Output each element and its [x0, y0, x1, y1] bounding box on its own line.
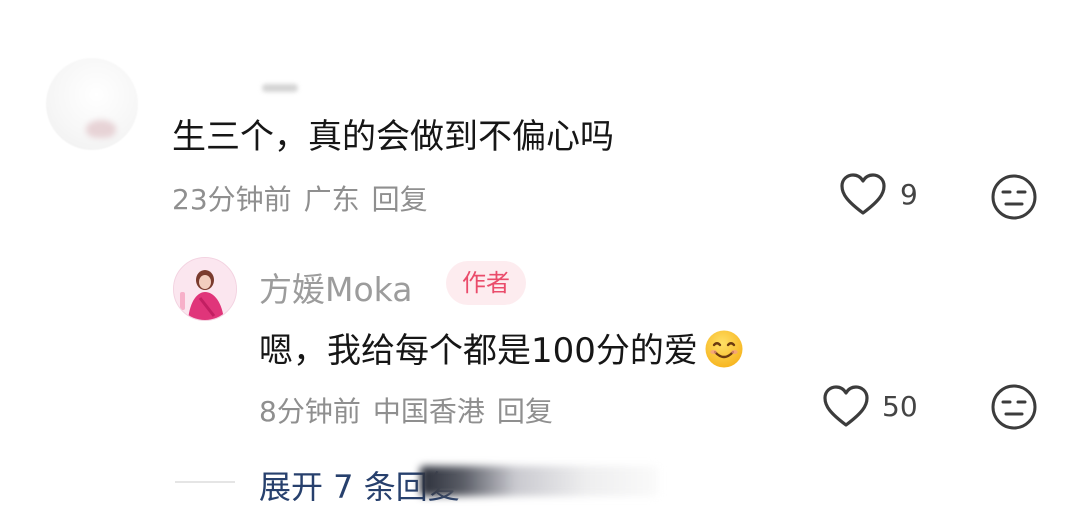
reply-text-row: 嗯，我给每个都是100分的爱 — [259, 323, 744, 372]
comment-location: 广东 — [303, 183, 360, 216]
expand-link-blur-overlay — [420, 466, 658, 496]
reply-like-button[interactable] — [821, 384, 871, 430]
reply-reply-button[interactable]: 回复 — [497, 395, 553, 428]
author-name[interactable]: 方媛Moka — [259, 263, 412, 311]
comment-reply-button[interactable]: 回复 — [372, 183, 428, 216]
author-badge: 作者 — [446, 261, 526, 305]
reply-location: 中国香港 — [372, 395, 485, 428]
heart-icon — [821, 384, 871, 430]
comment-meta: 23分钟前 广东 回复 — [172, 178, 428, 218]
commenter-avatar[interactable] — [46, 58, 138, 150]
comment-time: 23分钟前 — [172, 183, 292, 216]
author-avatar[interactable] — [173, 257, 237, 321]
neutral-face-icon — [990, 173, 1038, 221]
comment-like-count: 9 — [900, 178, 918, 211]
reply-meta: 8分钟前 中国香港 回复 — [259, 390, 553, 430]
reply-time: 8分钟前 — [259, 395, 361, 428]
comment-text: 生三个，真的会做到不偏心吗 — [172, 117, 614, 157]
comment-dislike-button[interactable] — [990, 173, 1038, 221]
comment-like-button[interactable] — [838, 172, 888, 218]
heart-icon — [838, 172, 888, 218]
reply-dislike-button[interactable] — [990, 383, 1038, 431]
reply-text: 嗯，我给每个都是100分的爱 — [259, 331, 698, 371]
thread-divider — [175, 481, 235, 483]
reply-like-count: 50 — [882, 390, 918, 423]
smiling-face-emoji-icon — [704, 329, 744, 369]
neutral-face-icon — [990, 383, 1038, 431]
commenter-name-blurred — [262, 84, 298, 92]
